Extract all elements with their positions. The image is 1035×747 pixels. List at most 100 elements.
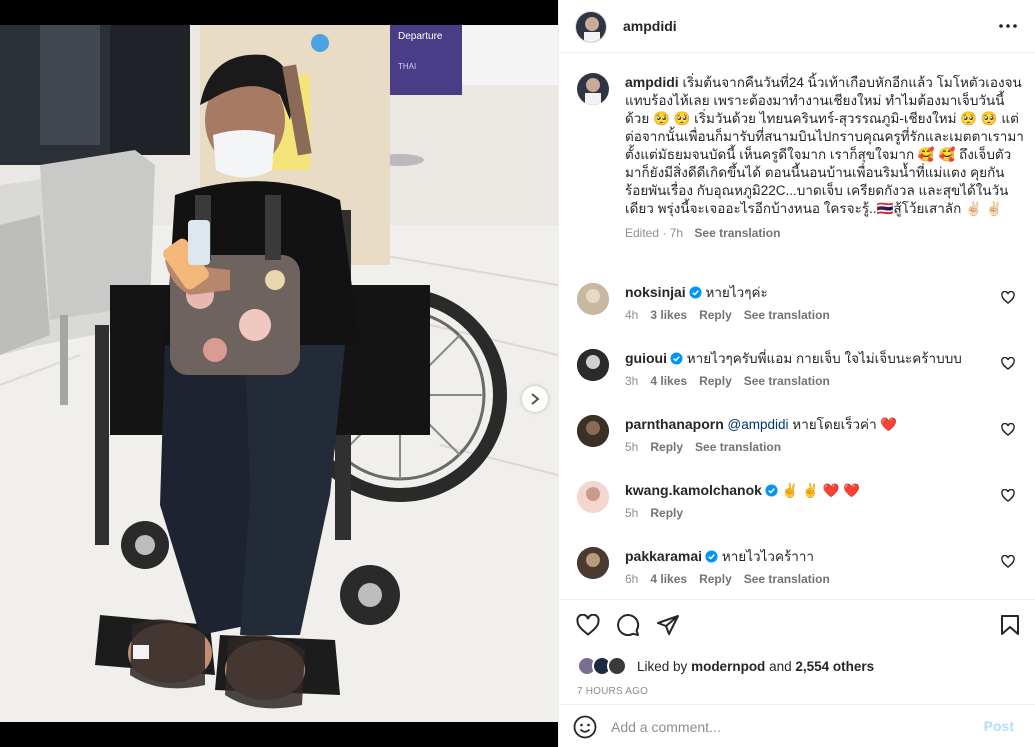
more-horizontal-icon — [999, 24, 1017, 28]
verified-badge-icon — [670, 352, 683, 365]
comment-reply-button[interactable]: Reply — [699, 308, 732, 322]
comment-meta: 5h Reply See translation — [625, 440, 793, 454]
commenter-avatar[interactable] — [577, 349, 609, 381]
commenter-avatar[interactable] — [577, 481, 609, 513]
media-bottom-bar — [0, 722, 558, 747]
comment-body: pakkaramai หายไวไวคร้าาา — [625, 547, 995, 566]
chevron-right-icon — [531, 393, 540, 405]
comment-like-button[interactable] — [1001, 356, 1015, 371]
heart-icon — [576, 614, 600, 636]
comment-meta: 3h 4 likes Reply See translation — [625, 374, 842, 388]
commenter-username[interactable]: guioui — [625, 350, 667, 366]
comment-see-translation[interactable]: See translation — [744, 572, 830, 586]
comment-text: หายไวๆครับพี่แอม กายเจ็บ ใจไม่เจ็บนะคร้า… — [686, 351, 962, 366]
author-avatar[interactable] — [575, 11, 607, 43]
comment-see-translation[interactable]: See translation — [744, 374, 830, 388]
avatar-image — [577, 349, 609, 381]
next-slide-button[interactable] — [522, 386, 548, 412]
save-button[interactable] — [997, 612, 1023, 638]
avatar-image — [576, 12, 606, 42]
share-icon — [657, 615, 679, 635]
comment-icon — [617, 614, 640, 637]
post-image[interactable]: Departure THAI 063 — [0, 25, 558, 722]
caption-edited: Edited · 7h — [625, 226, 684, 240]
comment-meta: 5h Reply — [625, 506, 695, 520]
comment-see-translation[interactable]: See translation — [744, 308, 830, 322]
commenter-username[interactable]: kwang.kamolchanok — [625, 482, 762, 498]
emoji-button[interactable] — [573, 715, 597, 739]
comments-section: ampdidi เริ่มต้นจากคืนวันที่24 นิ้วเท้าเ… — [559, 53, 1035, 599]
comment-age: 4h — [625, 308, 639, 322]
liked-by-others[interactable]: 2,554 others — [795, 659, 874, 674]
caption-avatar[interactable] — [577, 73, 609, 105]
caption-see-translation[interactable]: See translation — [694, 226, 780, 240]
comment-meta: 4h 3 likes Reply See translation — [625, 308, 842, 322]
photo-wheelchair-airport: Departure THAI 063 — [0, 25, 558, 722]
comment-reply-button[interactable]: Reply — [699, 572, 732, 586]
caption-username[interactable]: ampdidi — [625, 74, 679, 90]
caption-text-block: ampdidi เริ่มต้นจากคืนวันที่24 นิ้วเท้าเ… — [625, 73, 1025, 242]
liked-by-avatars[interactable] — [577, 655, 629, 677]
commenter-username[interactable]: parnthanaporn — [625, 416, 724, 432]
liked-by-joiner: and — [769, 658, 792, 674]
commenter-avatar[interactable] — [577, 283, 609, 315]
comment-reply-button[interactable]: Reply — [699, 374, 732, 388]
comment-like-button[interactable] — [1001, 422, 1015, 437]
avatar-image — [577, 415, 609, 447]
share-button[interactable] — [655, 612, 681, 638]
comment-item: noksinjai หายไวๆค่ะ 4h 3 likes Reply See tra… — [577, 283, 1027, 343]
avatar-image — [577, 481, 609, 513]
comment-item: pakkaramai หายไวไวคร้าาา 6h 4 likes Reply Se… — [577, 547, 1027, 599]
more-options-button[interactable] — [998, 16, 1018, 36]
verified-badge-icon — [705, 550, 718, 563]
heart-icon — [1001, 554, 1015, 568]
comment-mention[interactable]: @ampdidi — [728, 417, 789, 432]
comment-text: หายไวไวคร้าาา — [721, 549, 814, 564]
comment-button[interactable] — [615, 612, 641, 638]
comment-body: noksinjai หายไวๆค่ะ — [625, 283, 995, 302]
avatar-image — [577, 73, 609, 105]
commenter-username[interactable]: noksinjai — [625, 284, 686, 300]
commenter-avatar[interactable] — [577, 547, 609, 579]
heart-icon — [1001, 356, 1015, 370]
comment-like-button[interactable] — [1001, 290, 1015, 305]
heart-icon — [1001, 488, 1015, 502]
add-comment-input[interactable] — [611, 714, 961, 740]
comment-age: 3h — [625, 374, 639, 388]
comment-text: หายโดยเร็วค่า ❤️ — [792, 417, 898, 432]
comment-see-translation[interactable]: See translation — [695, 440, 781, 454]
comment-like-button[interactable] — [1001, 554, 1015, 569]
comment-item: guioui หายไวๆครับพี่แอม กายเจ็บ ใจไม่เจ็… — [577, 349, 1027, 409]
commenter-avatar[interactable] — [577, 415, 609, 447]
heart-icon — [1001, 422, 1015, 436]
bookmark-icon — [1001, 615, 1019, 635]
verified-badge-icon — [689, 286, 702, 299]
instagram-post-dialog: Departure THAI 063 — [0, 0, 1035, 747]
departure-sign-text: Departure — [398, 31, 443, 42]
like-button[interactable] — [575, 612, 601, 638]
comment-age: 5h — [625, 506, 639, 520]
comment-reply-button[interactable]: Reply — [650, 506, 683, 520]
comment-meta: 6h 4 likes Reply See translation — [625, 572, 842, 586]
comment-reply-button[interactable]: Reply — [650, 440, 683, 454]
post-detail-panel: ampdidi ampdidi เริ่มต้นจากคืนวันที่24 น… — [558, 0, 1035, 747]
liked-by-prefix: Liked by — [637, 658, 688, 674]
liked-by-user[interactable]: modernpod — [691, 659, 765, 674]
comment-likes[interactable]: 3 likes — [650, 308, 687, 322]
comment-likes[interactable]: 4 likes — [650, 572, 687, 586]
caption-text: เริ่มต้นจากคืนวันที่24 นิ้วเท้าเกือบหักอ… — [625, 75, 1024, 216]
comment-likes[interactable]: 4 likes — [650, 374, 687, 388]
comment-like-button[interactable] — [1001, 488, 1015, 503]
comment-item: parnthanaporn @ampdidi หายโดยเร็วค่า ❤️ 5… — [577, 415, 1027, 475]
post-comment-button[interactable]: Post — [984, 718, 1014, 734]
author-username[interactable]: ampdidi — [623, 18, 677, 34]
commenter-username[interactable]: pakkaramai — [625, 548, 702, 564]
action-bar: Liked by modernpod and 2,554 others 7 HO… — [559, 599, 1035, 704]
thai-sign-text: THAI — [398, 62, 416, 71]
liker-avatar — [607, 656, 627, 676]
caption-meta: Edited · 7h See translation — [625, 224, 1025, 242]
add-comment-bar: Post — [559, 704, 1035, 747]
comment-body: parnthanaporn @ampdidi หายโดยเร็วค่า ❤️ — [625, 415, 995, 434]
comment-text: ✌️ ✌️ ❤️ ❤️ — [781, 483, 861, 498]
comment-age: 6h — [625, 572, 639, 586]
